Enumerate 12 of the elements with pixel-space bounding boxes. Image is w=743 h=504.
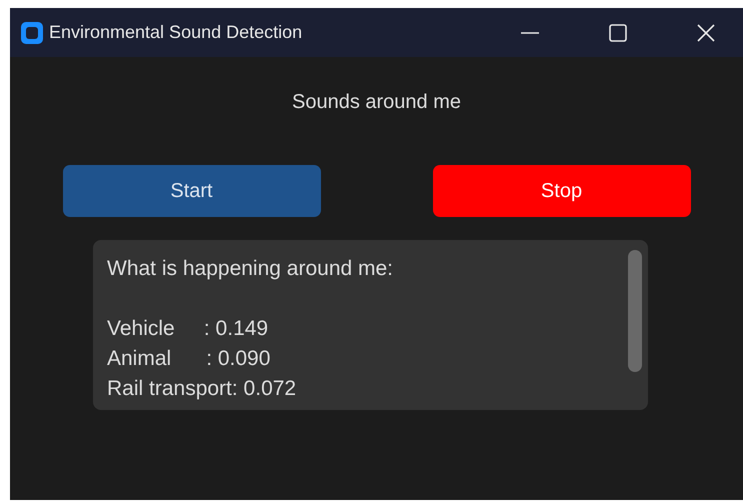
output-line: What is happening around me: [107,257,394,280]
scrollbar[interactable] [628,250,642,372]
start-button[interactable]: Start [62,165,320,217]
close-icon[interactable] [697,24,715,42]
output-line: Animal : 0.090 [107,347,270,370]
heading: Sounds around me [292,91,461,114]
app-icon [21,22,43,44]
window-title: Environmental Sound Detection [49,22,302,43]
stop-button[interactable]: Stop [432,165,690,217]
maximize-icon[interactable] [609,24,627,42]
output-line: Vehicle : 0.149 [107,317,268,340]
output-line: Rail transport: 0.072 [107,377,296,400]
